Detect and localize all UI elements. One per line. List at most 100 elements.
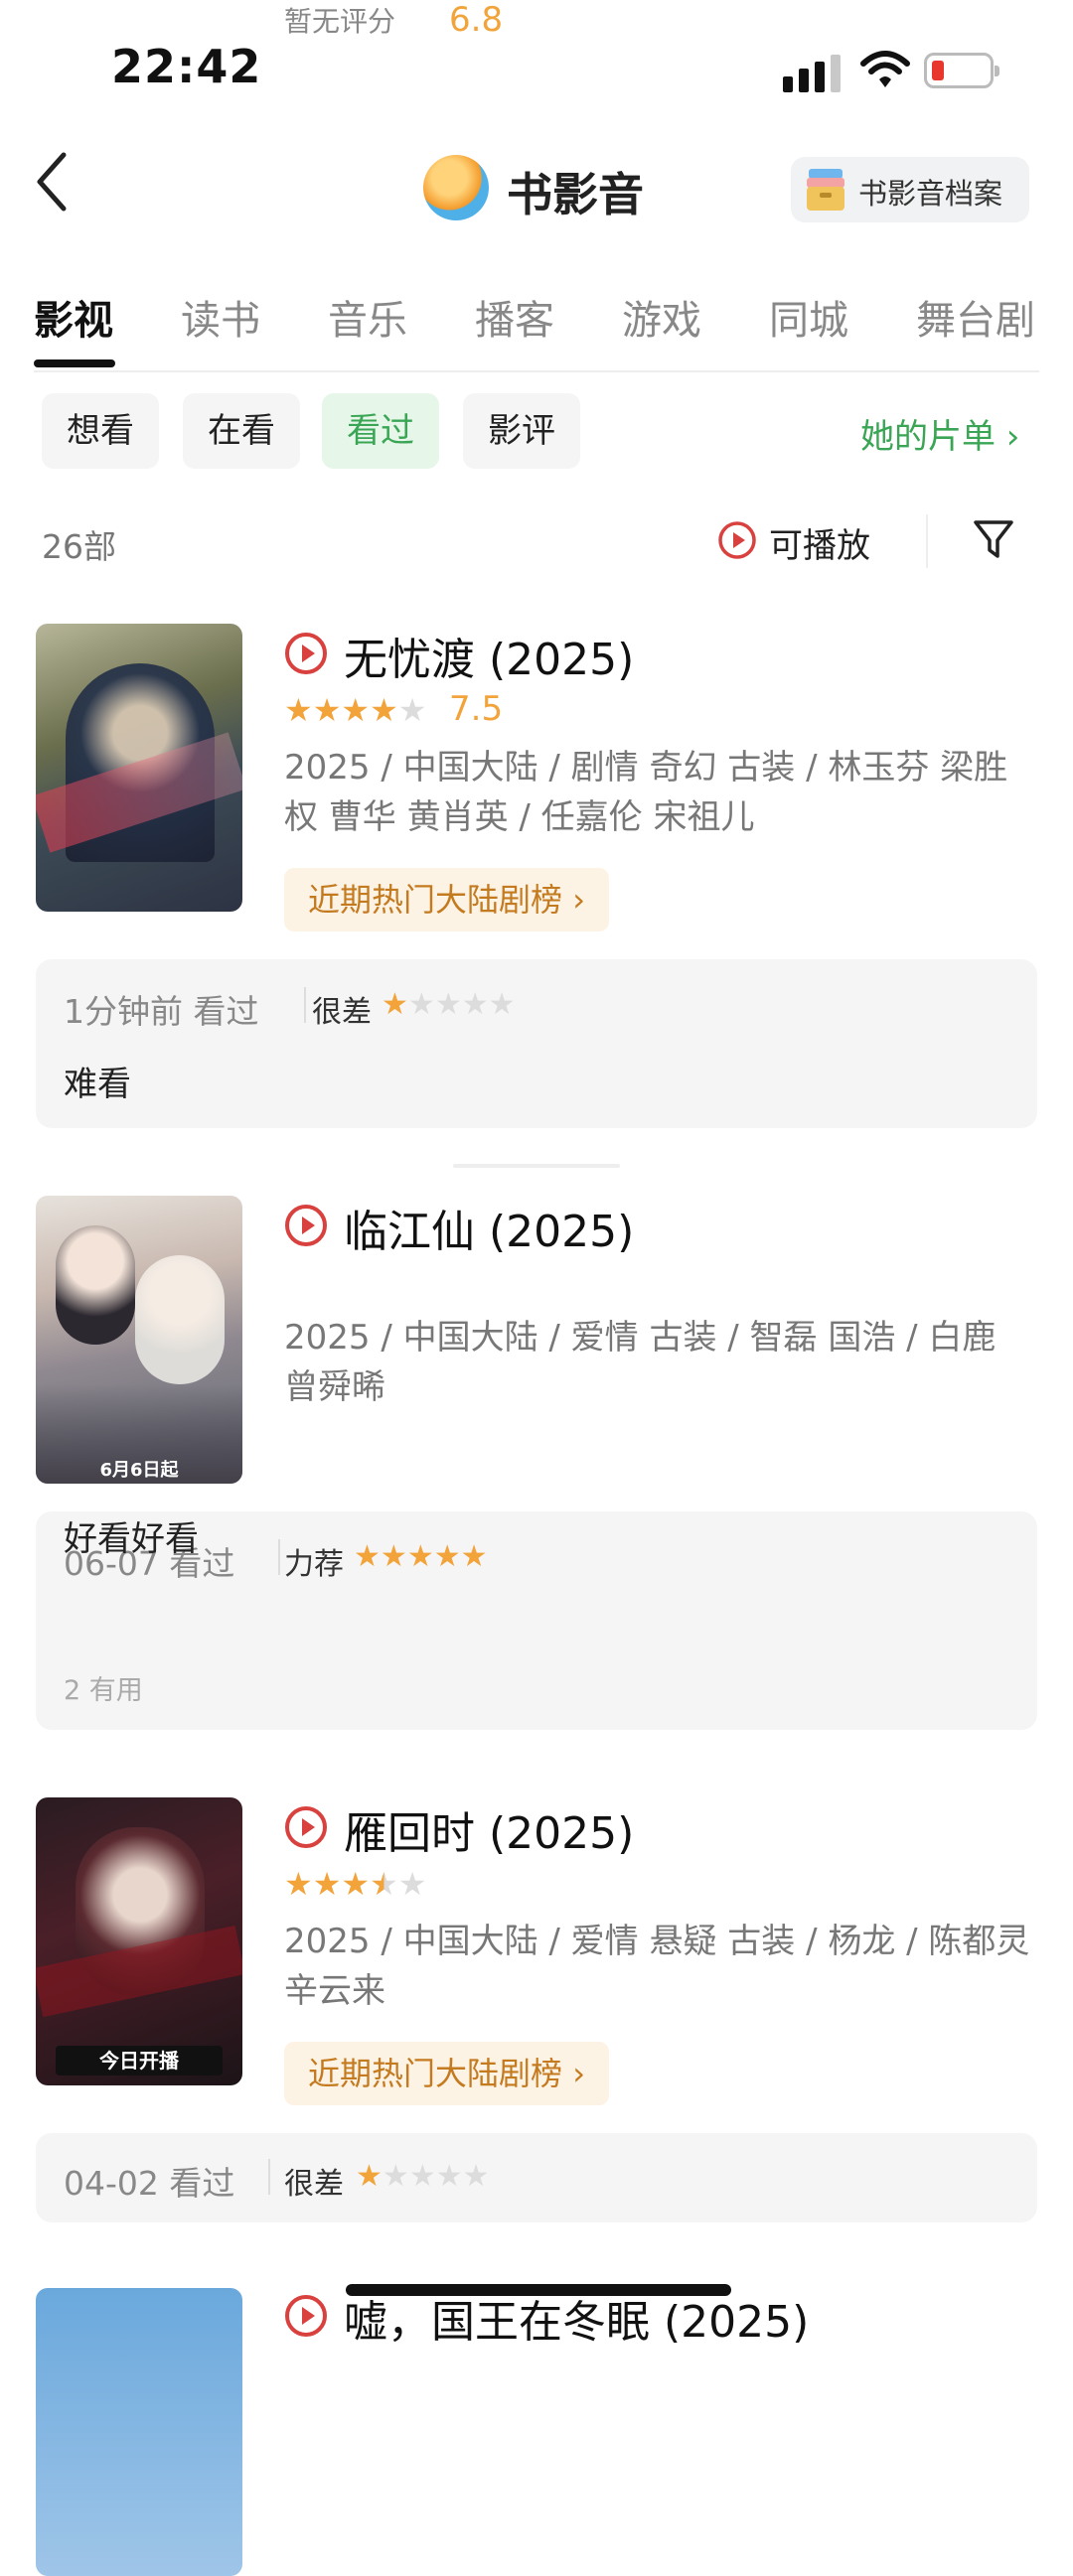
- poster-image[interactable]: 6月6日起: [36, 1196, 242, 1484]
- wifi-icon: [860, 51, 910, 87]
- poster-caption: 今日开播: [56, 2046, 223, 2075]
- poster-caption: 6月6日起: [99, 1460, 179, 1481]
- battery-icon: [924, 53, 999, 88]
- chip-watching[interactable]: 在看: [183, 393, 300, 469]
- tab-books[interactable]: 读书: [181, 288, 260, 346]
- poster-image[interactable]: 今日开播: [36, 1797, 242, 2085]
- chevron-right-icon: ›: [562, 2055, 585, 2092]
- movie-title[interactable]: 临江仙 (2025): [344, 1196, 634, 1259]
- chevron-right-icon: ›: [562, 881, 585, 919]
- rank-badge[interactable]: 近期热门大陆剧榜 ›: [284, 868, 609, 931]
- tab-games[interactable]: 游戏: [622, 288, 701, 346]
- star-icon: ★: [460, 1539, 488, 1574]
- item-count: 26部: [42, 527, 116, 566]
- poster-image[interactable]: [36, 624, 242, 912]
- review-card[interactable]: 06-07 看过 力荐 ★★★★★ 好看好看 2 有用: [36, 1511, 1037, 1730]
- review-tag: 力荐: [284, 1547, 344, 1582]
- home-indicator[interactable]: [346, 2284, 731, 2296]
- star-icon: ★: [462, 2159, 490, 2194]
- divider: [304, 987, 306, 1023]
- star-rating: ★★★★★: [284, 693, 426, 727]
- chip-watched[interactable]: 看过: [322, 393, 439, 469]
- play-circle-icon[interactable]: [284, 632, 328, 675]
- tab-podcast[interactable]: 播客: [475, 288, 554, 346]
- play-circle-icon[interactable]: [284, 1204, 328, 1247]
- divider: [453, 1164, 620, 1168]
- filter-funnel-icon[interactable]: [972, 516, 1015, 562]
- divider: [926, 514, 928, 568]
- star-icon: ★: [341, 1865, 371, 1903]
- star-icon: ★: [382, 2159, 409, 2194]
- review-stars: ★★★★★: [356, 2161, 490, 2193]
- archive-box-icon: [807, 169, 844, 211]
- star-icon: ★: [407, 987, 435, 1022]
- review-card[interactable]: 04-02 看过 很差 ★★★★★: [36, 2133, 1037, 2222]
- star-icon: ★: [435, 2159, 463, 2194]
- star-icon: ★: [433, 1539, 461, 1574]
- star-icon: ★: [397, 1865, 427, 1903]
- cellular-signal-icon: [783, 55, 841, 92]
- review-text: 好看好看: [64, 1519, 199, 1559]
- archive-button[interactable]: 书影音档案: [791, 157, 1029, 222]
- star-icon: ★: [356, 2159, 383, 2194]
- star-icon: ★: [284, 1865, 313, 1903]
- star-icon: ★: [406, 1539, 434, 1574]
- movie-title[interactable]: 雁回时 (2025): [344, 1797, 634, 1861]
- star-icon: ★: [461, 987, 489, 1022]
- star-icon: ★: [312, 1865, 342, 1903]
- rating-score: 6.8: [449, 0, 504, 40]
- star-icon: ★: [434, 987, 462, 1022]
- star-icon: ★: [354, 1539, 381, 1574]
- play-circle-icon[interactable]: [284, 1805, 328, 1849]
- play-circle-icon: [718, 521, 756, 559]
- movie-meta: 2025 / 中国大陆 / 剧情 奇幻 古装 / 林玉芬 梁胜权 曹华 黄肖英 …: [284, 748, 1008, 837]
- review-date: 1分钟前 看过: [64, 992, 259, 1031]
- rank-label: 近期热门大陆剧榜: [308, 881, 563, 919]
- category-tabs: 影视 读书 音乐 播客 游戏 同城 舞台剧: [0, 282, 1073, 371]
- chip-want-to-watch[interactable]: 想看: [42, 393, 159, 469]
- tab-local[interactable]: 同城: [769, 288, 848, 346]
- star-icon: ★: [370, 691, 398, 729]
- poster-image[interactable]: [36, 2288, 242, 2576]
- star-icon: ★: [382, 987, 408, 1022]
- chevron-right-icon: ›: [996, 417, 1020, 457]
- her-list-label: 她的片单: [860, 417, 996, 457]
- tab-film[interactable]: 影视: [34, 288, 113, 346]
- review-card[interactable]: 1分钟前 看过 很差 ★★★★★ 难看: [36, 959, 1037, 1128]
- review-tag: 很差: [284, 2167, 344, 2202]
- star-rating: ★★★★★: [284, 1867, 426, 1901]
- chip-reviews[interactable]: 影评: [463, 393, 580, 469]
- movie-title[interactable]: 无忧渡 (2025): [344, 624, 634, 687]
- star-icon: ★: [341, 691, 371, 729]
- movie-meta: 2025 / 中国大陆 / 爱情 古装 / 智磊 国浩 / 白鹿 曾舜晞: [284, 1318, 996, 1407]
- review-stars: ★★★★★: [382, 989, 516, 1021]
- tab-divider: [34, 370, 1039, 372]
- her-list-link[interactable]: 她的片单 ›: [860, 409, 1019, 458]
- divider: [268, 2159, 270, 2195]
- star-icon: ★: [397, 691, 427, 729]
- star-icon: ★: [370, 1865, 398, 1903]
- back-arrow-icon[interactable]: [28, 147, 77, 216]
- star-icon: ★: [408, 2159, 436, 2194]
- tab-music[interactable]: 音乐: [328, 288, 407, 346]
- star-icon: ★: [284, 691, 313, 729]
- no-rating: 暂无评分: [284, 5, 396, 38]
- rating-score: 7.5: [449, 689, 504, 729]
- movie-meta: 2025 / 中国大陆 / 爱情 悬疑 古装 / 杨龙 / 陈都灵 辛云来: [284, 1922, 1030, 2011]
- archive-label: 书影音档案: [858, 177, 1003, 211]
- divider: [278, 1539, 280, 1575]
- tab-stage[interactable]: 舞台剧: [916, 288, 1035, 346]
- status-time: 22:42: [111, 40, 262, 93]
- rank-badge[interactable]: 近期热门大陆剧榜 ›: [284, 2042, 609, 2105]
- useful-count[interactable]: 2 有用: [64, 1668, 143, 1707]
- star-icon: ★: [312, 691, 342, 729]
- star-icon: ★: [488, 987, 516, 1022]
- play-circle-icon[interactable]: [284, 2294, 328, 2338]
- review-text: 难看: [64, 1065, 131, 1104]
- review-stars: ★★★★★: [354, 1541, 488, 1573]
- review-date: 04-02 看过: [64, 2164, 235, 2203]
- app-logo-icon: [423, 155, 489, 220]
- page-title: 书影音: [507, 168, 644, 221]
- star-icon: ★: [380, 1539, 407, 1574]
- active-tab-indicator: [34, 359, 115, 367]
